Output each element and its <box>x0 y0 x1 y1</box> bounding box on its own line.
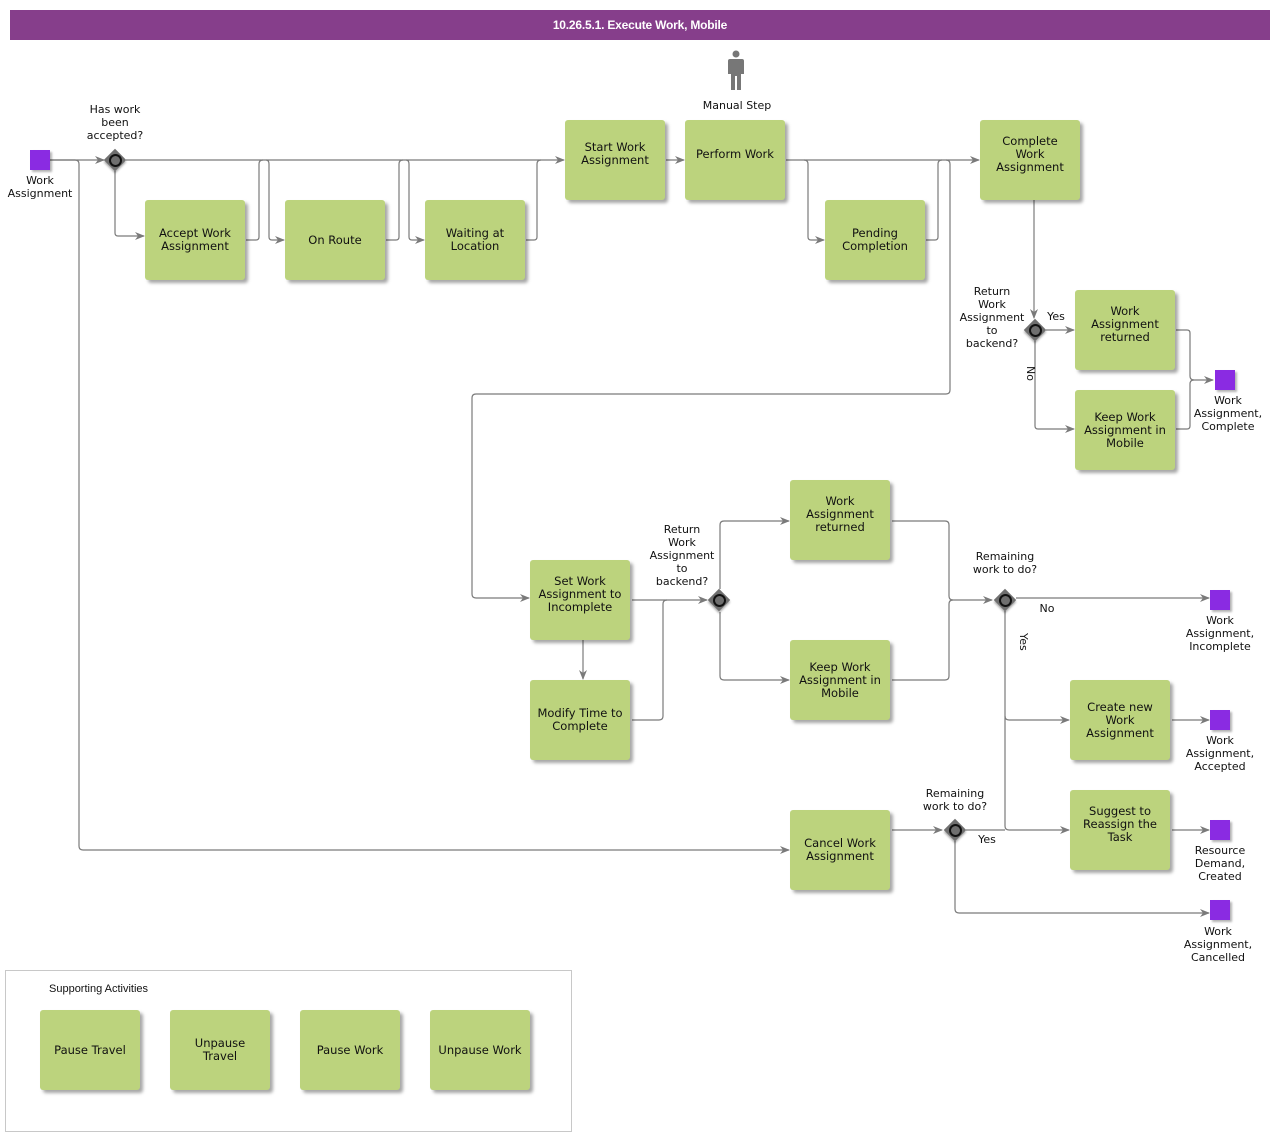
gateway-remaining-mid-label: Remaining work to do? <box>972 550 1038 576</box>
task-suggest-reassign[interactable]: Suggest to Reassign the Task <box>1070 790 1170 870</box>
task-pause-travel[interactable]: Pause Travel <box>40 1010 140 1090</box>
flow-gw-returned <box>719 517 790 589</box>
task-label: Unpause Work <box>438 1042 522 1057</box>
task-label: Suggest to Reassign the Task <box>1083 803 1157 844</box>
flow-keep-remaining <box>892 599 954 681</box>
task-keep-in-mobile-mid[interactable]: Keep Work Assignment in Mobile <box>790 640 890 720</box>
task-work-assignment-returned-mid[interactable]: Work Assignment returned <box>790 480 890 560</box>
task-label: Pause Travel <box>54 1042 126 1057</box>
task-label: On Route <box>308 232 362 247</box>
task-unpause-travel[interactable]: Unpause Travel <box>170 1010 270 1090</box>
flow-waiting-out <box>526 159 542 241</box>
task-label: Work Assignment returned <box>806 493 874 534</box>
task-keep-in-mobile-top[interactable]: Keep Work Assignment in Mobile <box>1075 390 1175 470</box>
task-modify-time[interactable]: Modify Time to Complete <box>530 680 630 760</box>
end-event-resource-demand[interactable] <box>1210 820 1230 840</box>
task-waiting-at-location[interactable]: Waiting at Location <box>425 200 525 280</box>
task-start-work-assignment[interactable]: Start Work Assignment <box>565 120 665 200</box>
task-label: Unpause Travel <box>194 1036 246 1063</box>
task-label: Cancel Work Assignment <box>804 836 876 863</box>
end-event-incomplete[interactable] <box>1210 590 1230 610</box>
task-on-route[interactable]: On Route <box>285 200 385 280</box>
task-label: Accept Work Assignment <box>159 226 231 253</box>
task-label: Keep Work Assignment in Mobile <box>1084 409 1166 450</box>
flow-to-waiting <box>405 159 425 244</box>
task-label: Perform Work <box>696 146 774 161</box>
gateway-remaining-mid[interactable] <box>993 588 1017 612</box>
gateway-remaining-cancel-yes: Yes <box>978 833 996 846</box>
flow-accepted-no <box>114 171 145 240</box>
end-event-cancelled[interactable] <box>1210 900 1230 920</box>
end-event-accepted[interactable] <box>1210 710 1230 730</box>
task-accept-work-assignment[interactable]: Accept Work Assignment <box>145 200 245 280</box>
start-event[interactable] <box>30 150 50 170</box>
task-label: Complete Work Assignment <box>996 133 1064 174</box>
gateway-accepted-label: Has work been accepted? <box>86 103 144 142</box>
task-set-incomplete[interactable]: Set Work Assignment to Incomplete <box>530 560 630 640</box>
gateway-remaining-cancel[interactable] <box>943 818 967 842</box>
task-label: Create new Work Assignment <box>1086 699 1154 740</box>
gateway-remaining-mid-yes: Yes <box>1017 633 1030 651</box>
gateway-remaining-mid-no: No <box>1039 602 1055 615</box>
flow-to-pending <box>803 159 825 244</box>
task-label: Modify Time to Complete <box>537 706 623 733</box>
task-label: Pause Work <box>316 1042 384 1057</box>
task-pending-completion[interactable]: Pending Completion <box>825 200 925 280</box>
task-work-assignment-returned-top[interactable]: Work Assignment returned <box>1075 290 1175 370</box>
end-event-cancelled-label: Work Assignment, Cancelled <box>1183 925 1253 964</box>
manual-step-label: Manual Step <box>702 99 772 112</box>
task-label: Pending Completion <box>842 226 908 253</box>
end-event-complete-label: Work Assignment, Complete <box>1193 394 1263 433</box>
flow-onroute-out <box>386 159 404 241</box>
flow-to-onroute <box>265 159 285 244</box>
gateway-return-mid-label: Return Work Assignment to backend? <box>649 523 715 588</box>
flow-returned-end <box>1176 329 1214 384</box>
task-unpause-work[interactable]: Unpause Work <box>430 1010 530 1090</box>
flow-accept-out <box>246 159 264 241</box>
end-event-complete[interactable] <box>1215 370 1235 390</box>
end-event-resource-demand-label: Resource Demand, Created <box>1194 844 1246 883</box>
gateway-return-top-label: Return Work Assignment to backend? <box>959 285 1025 350</box>
gateway-accepted[interactable] <box>103 148 127 172</box>
task-pause-work[interactable]: Pause Work <box>300 1010 400 1090</box>
supporting-activities-title: Supporting Activities <box>49 983 149 995</box>
task-label: Set Work Assignment to Incomplete <box>538 573 622 614</box>
gateway-remaining-cancel-label: Remaining work to do? <box>922 787 988 813</box>
task-cancel-work-assignment[interactable]: Cancel Work Assignment <box>790 810 890 890</box>
gateway-return-mid[interactable] <box>707 588 731 612</box>
flow-to-create-new <box>1004 715 1070 724</box>
gateway-return-top-no: No <box>1024 366 1037 381</box>
start-event-label: Work Assignment <box>7 174 73 200</box>
task-label: Waiting at Location <box>445 226 505 253</box>
gateway-return-top-yes: Yes <box>1047 310 1065 323</box>
task-perform-work[interactable]: Perform Work <box>685 120 785 200</box>
end-event-accepted-label: Work Assignment, Accepted <box>1185 734 1255 773</box>
flow-return-no <box>1034 341 1075 433</box>
flow-gw-keep <box>719 612 790 684</box>
flow-modify-gateway <box>632 599 668 721</box>
task-complete-work-assignment[interactable]: Complete Work Assignment <box>980 120 1080 200</box>
task-label: Start Work Assignment <box>581 140 649 167</box>
flow-pending-out <box>926 159 943 241</box>
task-label: Work Assignment returned <box>1091 303 1159 344</box>
person-icon <box>728 50 744 90</box>
task-create-new-work-assignment[interactable]: Create new Work Assignment <box>1070 680 1170 760</box>
end-event-incomplete-label: Work Assignment, Incomplete <box>1185 614 1255 653</box>
task-label: Keep Work Assignment in Mobile <box>799 659 881 700</box>
